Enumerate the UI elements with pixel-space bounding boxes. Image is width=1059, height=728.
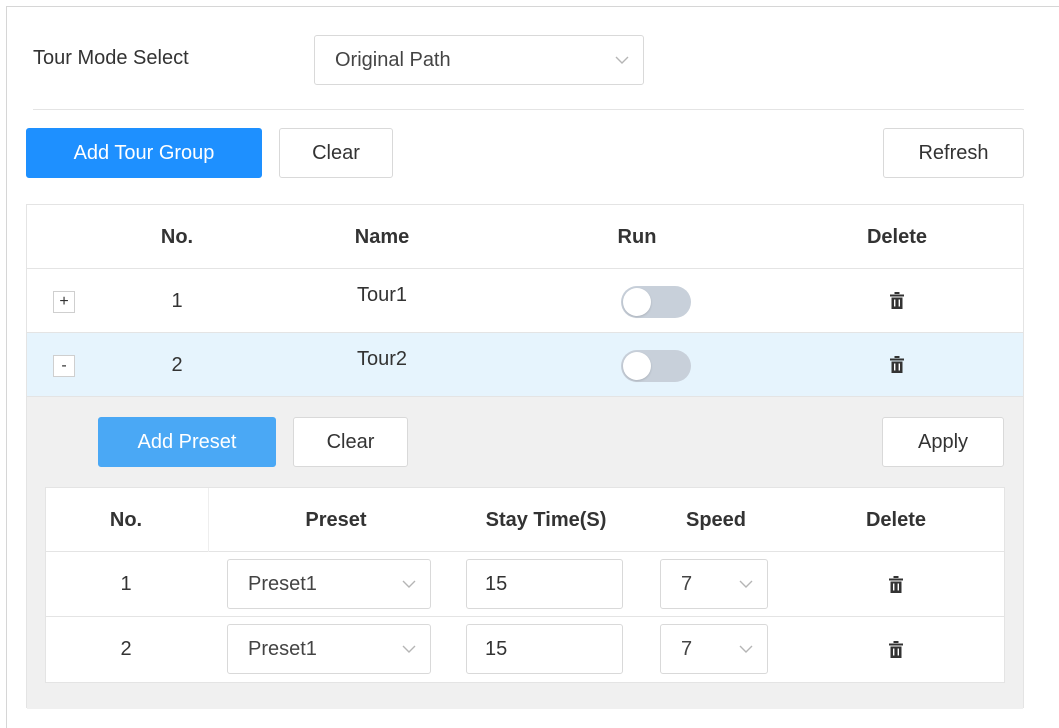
clear-tour-groups-button[interactable]: Clear	[279, 128, 393, 178]
header-delete: Delete	[866, 225, 928, 248]
header-name: Name	[354, 225, 410, 248]
header-delete: Delete	[865, 508, 927, 531]
preset-row: 1 Preset1 15 7	[46, 552, 1004, 617]
header-run: Run	[617, 225, 657, 248]
preset-select[interactable]: Preset1	[227, 624, 431, 674]
divider	[33, 109, 1024, 110]
speed-value: 7	[681, 637, 693, 660]
chevron-down-icon	[402, 580, 416, 588]
preset-value: Preset1	[248, 572, 317, 595]
preset-row: 2 Preset1 15 7	[46, 617, 1004, 682]
refresh-button[interactable]: Refresh	[883, 128, 1024, 178]
header-speed: Speed	[685, 508, 747, 531]
stay-time-input[interactable]: 15	[466, 559, 623, 609]
column-divider	[208, 488, 209, 552]
tour-mode-select[interactable]: Original Path	[314, 35, 644, 85]
toggle-knob	[623, 352, 651, 380]
header-preset: Preset	[305, 508, 367, 531]
tour-mode-label: Tour Mode Select	[33, 47, 189, 69]
apply-button[interactable]: Apply	[882, 417, 1004, 467]
speed-value: 7	[681, 572, 693, 595]
trash-icon[interactable]	[890, 292, 904, 309]
speed-select[interactable]: 7	[660, 624, 768, 674]
header-stay-time: Stay Time(S)	[485, 508, 607, 531]
tour-row: + 1 Tour1	[27, 269, 1023, 333]
trash-icon[interactable]	[889, 576, 903, 593]
tour-no: 1	[171, 289, 183, 312]
add-preset-button[interactable]: Add Preset	[98, 417, 276, 467]
tour-table: No. Name Run Delete + 1 Tour1 - 2 Tour2 …	[26, 204, 1024, 709]
speed-select[interactable]: 7	[660, 559, 768, 609]
trash-icon[interactable]	[889, 641, 903, 658]
preset-panel: Add Preset Clear Apply No. Preset Stay T…	[27, 397, 1023, 709]
tour-row-selected[interactable]: - 2 Tour2	[27, 333, 1023, 397]
expand-row-button[interactable]: +	[53, 291, 75, 313]
add-tour-group-button[interactable]: Add Tour Group	[26, 128, 262, 178]
header-no: No.	[109, 508, 143, 531]
preset-select[interactable]: Preset1	[227, 559, 431, 609]
stay-time-input[interactable]: 15	[466, 624, 623, 674]
tour-name: Tour2	[356, 347, 408, 370]
tour-mode-value: Original Path	[335, 48, 451, 71]
tour-no: 2	[171, 353, 183, 376]
preset-no: 1	[120, 572, 132, 595]
chevron-down-icon	[402, 645, 416, 653]
chevron-down-icon	[615, 56, 629, 64]
tour-config-panel: Tour Mode Select Original Path Add Tour …	[6, 6, 1059, 728]
run-toggle[interactable]	[621, 286, 691, 318]
preset-no: 2	[120, 637, 132, 660]
preset-table: No. Preset Stay Time(S) Speed Delete 1 P…	[45, 487, 1005, 683]
chevron-down-icon	[739, 580, 753, 588]
preset-table-header: No. Preset Stay Time(S) Speed Delete	[46, 488, 1004, 552]
run-toggle[interactable]	[621, 350, 691, 382]
tour-table-header: No. Name Run Delete	[27, 205, 1023, 269]
trash-icon[interactable]	[890, 356, 904, 373]
tour-name: Tour1	[356, 283, 408, 306]
toggle-knob	[623, 288, 651, 316]
header-no: No.	[160, 225, 194, 248]
clear-presets-button[interactable]: Clear	[293, 417, 408, 467]
collapse-row-button[interactable]: -	[53, 355, 75, 377]
chevron-down-icon	[739, 645, 753, 653]
preset-value: Preset1	[248, 637, 317, 660]
